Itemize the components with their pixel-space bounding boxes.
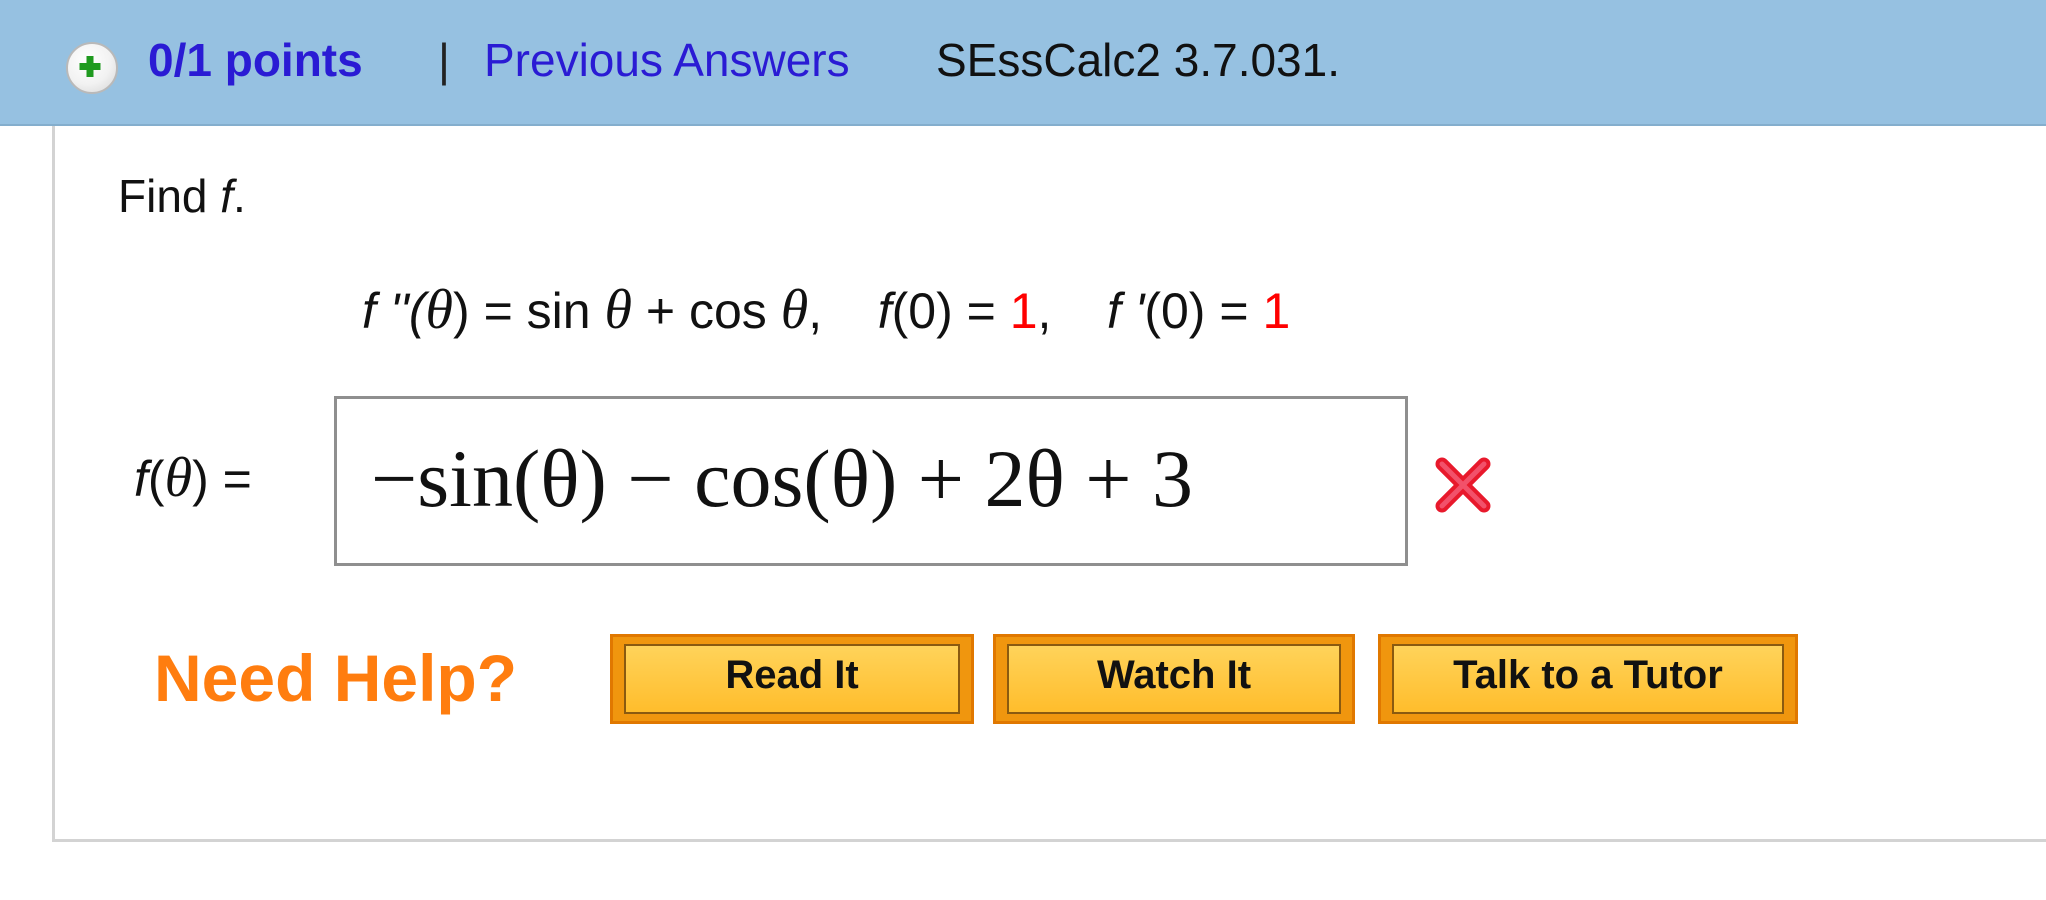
watch-it-button[interactable]: Watch It bbox=[993, 634, 1355, 724]
points-score: 0/1 points bbox=[148, 34, 363, 86]
theta-symbol: θ bbox=[780, 279, 809, 341]
prompt-period: . bbox=[233, 170, 246, 222]
fp0-equals: (0) = bbox=[1144, 283, 1263, 339]
theta-symbol: θ bbox=[164, 447, 193, 509]
f0-equals: (0) = bbox=[891, 283, 1010, 339]
equation-plus-cos: + cos bbox=[632, 283, 781, 339]
theta-symbol: θ bbox=[425, 279, 454, 341]
equation-part: ) = sin bbox=[453, 283, 605, 339]
expand-plus-icon[interactable] bbox=[66, 42, 118, 94]
answer-label-equals: ) = bbox=[192, 451, 252, 507]
header-separator: | bbox=[438, 34, 450, 86]
question-header: 0/1 points | Previous Answers SEssCalc2 … bbox=[0, 0, 2046, 126]
answer-label-f: f bbox=[134, 451, 148, 507]
given-conditions: f ''(θ) = sin θ + cos θ, f(0) = 1, f '(0… bbox=[362, 278, 1290, 343]
f0-value: 1 bbox=[1009, 283, 1038, 339]
plus-icon bbox=[79, 56, 101, 77]
talk-to-tutor-button-label: Talk to a Tutor bbox=[1392, 644, 1784, 714]
prompt-variable: f bbox=[220, 170, 234, 222]
comma: , bbox=[1037, 283, 1052, 339]
f0-label: f bbox=[877, 283, 892, 339]
prompt-text: Find bbox=[118, 170, 208, 222]
fp0-value: 1 bbox=[1262, 283, 1291, 339]
comma: , bbox=[808, 283, 823, 339]
previous-answers-link[interactable]: Previous Answers bbox=[484, 30, 850, 90]
fp0-label: f ' bbox=[1107, 283, 1145, 339]
theta-symbol: θ bbox=[604, 279, 633, 341]
talk-to-tutor-button[interactable]: Talk to a Tutor bbox=[1378, 634, 1798, 724]
problem-id: SEssCalc2 3.7.031. bbox=[936, 34, 1341, 86]
need-help-label: Need Help? bbox=[154, 641, 518, 715]
watch-it-button-label: Watch It bbox=[1007, 644, 1341, 714]
x-mark-icon bbox=[1435, 457, 1491, 513]
read-it-button[interactable]: Read It bbox=[610, 634, 974, 724]
answer-input[interactable]: −sin(θ) − cos(θ) + 2θ + 3 bbox=[334, 396, 1408, 566]
second-derivative-label: f ''( bbox=[362, 283, 426, 339]
read-it-button-label: Read It bbox=[624, 644, 960, 714]
question-prompt: Find f. bbox=[118, 166, 246, 226]
answer-label: f(θ) = bbox=[134, 447, 252, 509]
